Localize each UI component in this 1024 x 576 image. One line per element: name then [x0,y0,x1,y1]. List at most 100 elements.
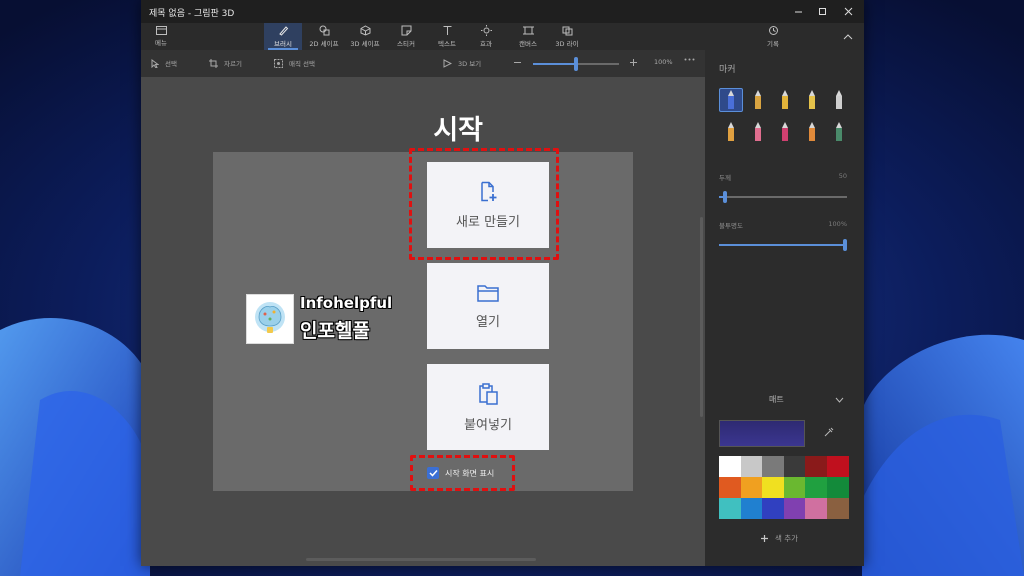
menu-button[interactable]: 메뉴 [145,23,177,50]
add-color-label: 색 추가 [775,534,799,543]
color-swatch[interactable] [805,456,827,477]
thickness-slider[interactable] [719,191,847,203]
tab-canvas[interactable]: 캔버스 [511,23,545,50]
cursor-icon [151,58,159,68]
color-swatch[interactable] [783,456,806,477]
paint-3d-window: 제목 없음 - 그림판 3D 메뉴 브러시 2D 셰이프 3D 셰이프 스티커 … [141,0,864,566]
zoom-slider-thumb[interactable] [574,57,578,71]
thickness-slider-thumb[interactable] [723,191,727,203]
history-button[interactable]: 기록 [761,23,785,50]
opacity-value: 100% [828,220,847,228]
tab-3d-library[interactable]: 3D 라이 [550,23,584,50]
vertical-scrollbar[interactable] [700,217,703,417]
tab-label: 브러시 [274,40,292,48]
color-swatch[interactable] [719,498,741,519]
close-icon [844,7,852,16]
close-button[interactable] [837,2,859,21]
logo-text-korean: 인포헬풀 [300,320,370,342]
calligraphy-pen-icon [755,90,761,109]
minimize-button[interactable] [787,2,809,21]
eyedropper-button[interactable] [823,427,834,440]
view-3d-toggle[interactable]: 3D 보기 [443,58,481,68]
color-swatch[interactable] [826,477,849,498]
opacity-slider[interactable] [719,239,847,251]
tab-brushes[interactable]: 브러시 [264,23,302,50]
select-label: 선택 [165,60,177,68]
history-label: 기록 [767,40,779,48]
spray-can-icon [809,122,815,141]
color-swatch[interactable] [740,477,763,498]
pixel-pen-tool[interactable] [827,88,851,112]
crop-icon [209,58,218,68]
calligraphy-pen-tool[interactable] [746,88,770,112]
oil-brush-tool[interactable] [773,88,797,112]
tab-3d-shapes[interactable]: 3D 셰이프 [344,23,386,50]
more-options-button[interactable] [684,58,695,61]
watercolor-brush-tool[interactable] [800,88,824,112]
collapse-ribbon-button[interactable] [839,23,857,50]
maximize-button[interactable] [811,2,833,21]
folder-menu-icon [155,26,167,35]
color-swatch[interactable] [783,477,806,498]
zoom-level: 100% [654,58,673,66]
opacity-slider-thumb[interactable] [843,239,847,251]
crop-tool[interactable]: 자르기 [209,58,242,68]
watermark-logo: Infohelpful 인포헬풀 [246,294,406,346]
color-swatch[interactable] [783,498,806,519]
zoom-slider[interactable] [533,57,619,71]
open-button[interactable]: 열기 [427,263,549,349]
chevron-down-icon [835,397,844,403]
start-title: 시작 [433,115,483,146]
color-swatch[interactable] [740,456,763,477]
history-icon [768,26,778,35]
color-swatch[interactable] [719,456,741,477]
sun-icon [480,25,492,36]
tab-stickers[interactable]: 스티커 [389,23,423,50]
current-color-swatch[interactable] [719,420,805,447]
tab-label: 2D 셰이프 [309,40,339,48]
chevron-up-icon [843,34,853,40]
logo-text-english: Infohelpful [300,294,393,312]
tab-text[interactable]: 텍스트 [429,23,465,50]
tab-label: 스티커 [397,40,415,48]
color-swatch[interactable] [740,498,763,519]
zoom-in-button[interactable] [629,58,638,67]
paste-button[interactable]: 붙여넣기 [427,364,549,450]
pencil-icon [728,122,734,141]
thickness-label: 두께 [719,174,731,182]
eraser-tool[interactable] [746,120,770,144]
canvas-icon [522,26,534,35]
finish-dropdown[interactable]: 매트 [719,394,847,410]
color-swatch[interactable] [762,456,784,477]
shape-2d-icon [319,25,329,36]
text-icon [443,26,451,35]
magic-select-tool[interactable]: 매직 선택 [274,58,315,68]
color-swatch[interactable] [719,477,741,498]
toolbar: 선택 자르기 매직 선택 3D 보기 100% [141,50,705,77]
plus-icon [761,535,768,542]
select-tool[interactable]: 선택 [151,58,177,68]
zoom-slider-fill [533,63,576,65]
paste-label: 붙여넣기 [464,417,512,433]
color-swatch[interactable] [805,498,827,519]
zoom-out-button[interactable] [513,58,522,67]
color-swatch[interactable] [826,498,849,519]
color-swatch[interactable] [762,498,784,519]
crayon-tool[interactable] [773,120,797,144]
sticker-icon [401,25,411,36]
add-color-button[interactable]: 색 추가 [760,533,798,544]
marker-brush-tool[interactable] [719,88,743,112]
marker-brush-icon [728,90,734,109]
color-swatch[interactable] [805,477,827,498]
pixel-pen-icon [836,90,842,109]
zoom-level-text: 100% [654,58,673,66]
fill-tool[interactable] [827,120,851,144]
oil-brush-icon [782,90,788,109]
horizontal-scrollbar[interactable] [306,558,536,561]
color-swatch[interactable] [762,477,784,498]
tab-2d-shapes[interactable]: 2D 셰이프 [304,23,344,50]
tab-effects[interactable]: 효과 [471,23,501,50]
pencil-tool[interactable] [719,120,743,144]
color-swatch[interactable] [826,456,849,477]
spray-can-tool[interactable] [800,120,824,144]
